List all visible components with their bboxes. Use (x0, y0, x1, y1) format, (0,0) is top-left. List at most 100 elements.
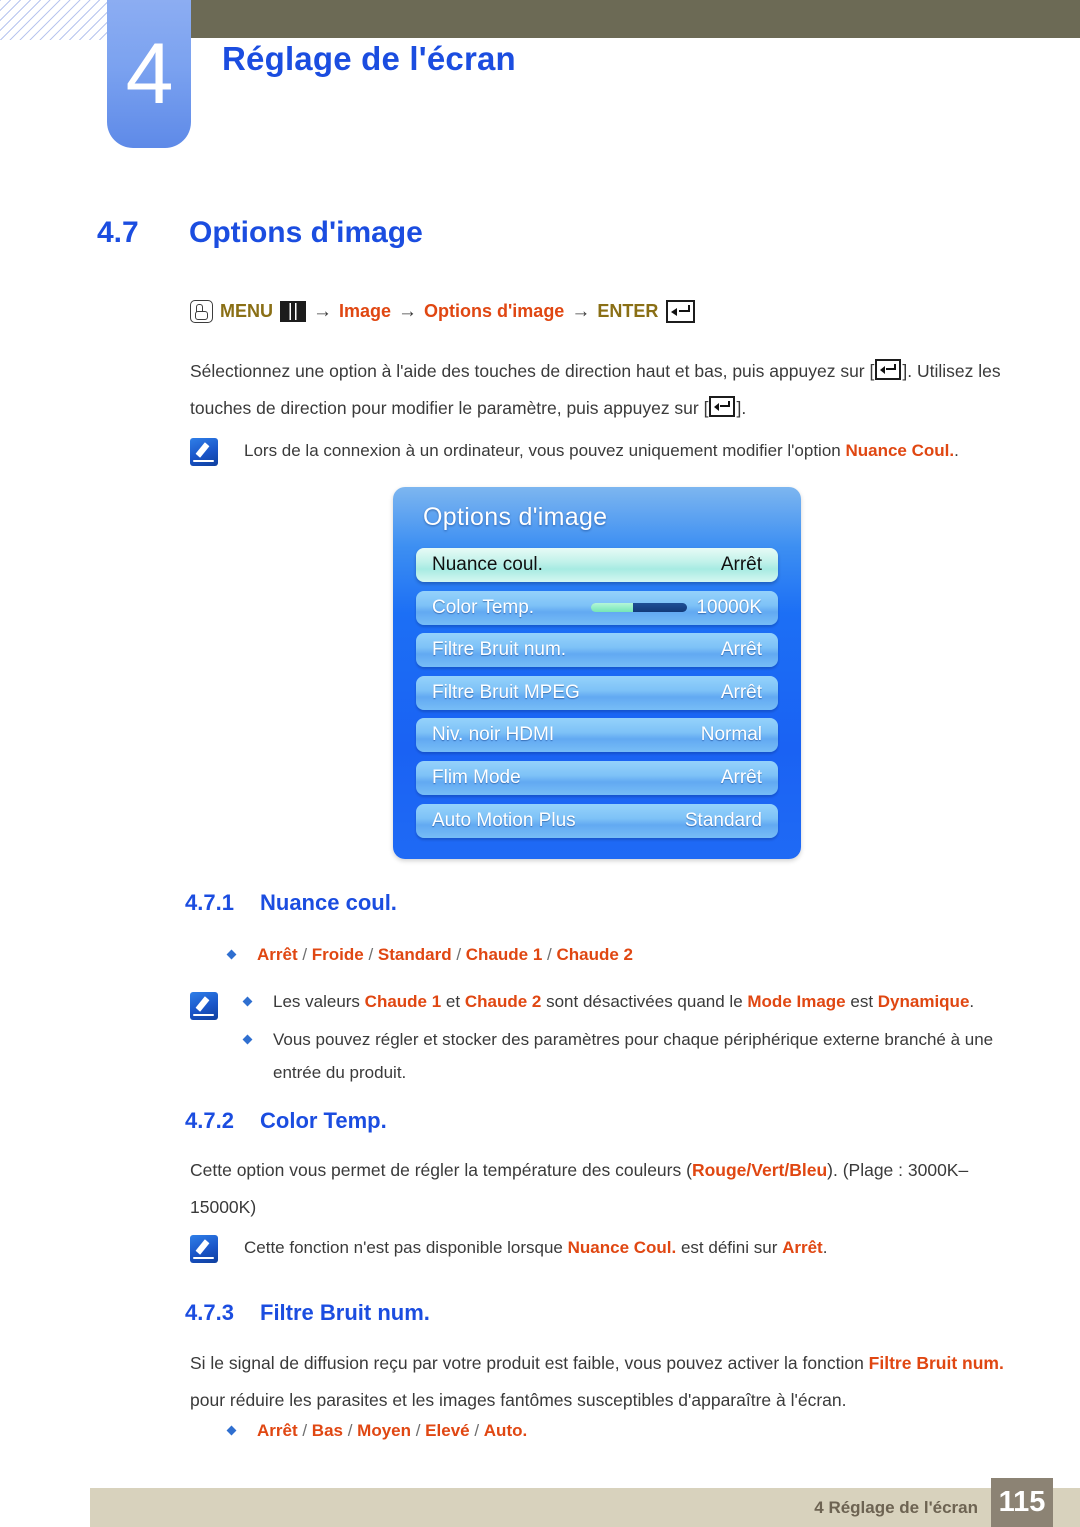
osd-row-value: Arrêt (720, 766, 762, 788)
option-separator: / (342, 1421, 358, 1440)
note-471-e: . (969, 992, 975, 1011)
osd-row-label: Nuance coul. (432, 554, 543, 575)
option-value: Chaude 2 (556, 945, 634, 964)
note-472-c: . (822, 1238, 828, 1257)
note-top-text-a: Lors de la connexion à un ordinateur, vo… (244, 441, 846, 460)
note-pen-icon (190, 992, 218, 1020)
note-471-c: sont désactivées quand le (541, 992, 748, 1011)
option-value: Auto. (483, 1421, 528, 1440)
breadcrumb: MENU → Image → Options d'image → ENTER (190, 300, 696, 323)
para-472-h1: Rouge (691, 1160, 747, 1180)
osd-row-value: Arrêt (720, 639, 762, 661)
para-472-a: Cette option vous permet de régler la te… (190, 1160, 692, 1180)
options-list-473: Arrêt / Bas / Moyen / Elevé / Auto. (226, 1414, 1008, 1447)
osd-row-filtre-bruit-num[interactable]: Filtre Bruit num. Arrêt (416, 633, 778, 668)
note-471-h1: Chaude 1 (364, 992, 442, 1011)
subsection-heading-471: 4.7.1 Nuance coul. (185, 890, 397, 916)
osd-row-filtre-bruit-mpeg[interactable]: Filtre Bruit MPEG Arrêt (416, 675, 778, 710)
option-separator: / (451, 945, 466, 964)
para-472-h3: Bleu (789, 1160, 828, 1180)
note-471: Les valeurs Chaude 1 et Chaude 2 sont dé… (190, 985, 1010, 1089)
para-473-a: Si le signal de diffusion reçu par votre… (190, 1353, 869, 1373)
option-value: Moyen (357, 1421, 411, 1440)
menu-grid-icon (280, 301, 306, 322)
option-value: Elevé (425, 1421, 470, 1440)
subsection-number-473: 4.7.3 (185, 1300, 234, 1325)
osd-row-value-group: Arrêt (721, 767, 762, 789)
bullet-dot (242, 996, 253, 1007)
intro-line2-b: ]. (736, 398, 747, 418)
decorative-hatch-pattern (0, 0, 108, 40)
breadcrumb-enter-label: ENTER (597, 301, 659, 321)
page-number: 115 (991, 1478, 1053, 1527)
osd-row-value: Arrêt (720, 554, 762, 575)
note-472-b: est défini sur (676, 1238, 783, 1257)
subsection-number-471: 4.7.1 (185, 890, 234, 915)
option-value: Arrêt (257, 945, 298, 964)
note-471-item-2: Vous pouvez régler et stocker des paramè… (242, 1023, 1013, 1089)
para-473-h1: Filtre Bruit num. (868, 1353, 1004, 1373)
note-471-item-1: Les valeurs Chaude 1 et Chaude 2 sont dé… (242, 985, 1013, 1018)
chapter-title: Réglage de l'écran (222, 40, 516, 77)
intro-line2-a: touches de direction pour modifier le pa… (190, 398, 709, 418)
option-separator: / (411, 1421, 426, 1440)
note-472-h2: Arrêt (782, 1238, 823, 1257)
note-471-item-2-text: Vous pouvez régler et stocker des paramè… (273, 1030, 994, 1082)
breadcrumb-arrow-2: → (398, 300, 418, 322)
osd-row-flim-mode[interactable]: Flim Mode Arrêt (416, 760, 778, 795)
osd-row-value-group: Standard (685, 810, 762, 832)
option-separator: / (297, 1421, 312, 1440)
osd-slider[interactable] (591, 603, 688, 613)
option-separator: / (542, 945, 557, 964)
para-472-h2: Vert (751, 1160, 785, 1180)
section-title: Options d'image (189, 216, 423, 249)
note-471-h2: Chaude 2 (464, 992, 542, 1011)
intro-line1-a: Sélectionnez une option à l'aide des tou… (190, 361, 875, 381)
osd-row-value-group: 10000K (591, 597, 762, 619)
osd-row-auto-motion-plus[interactable]: Auto Motion Plus Standard (416, 803, 778, 838)
osd-row-color-temp[interactable]: Color Temp. 10000K (416, 590, 778, 625)
note-471-b: et (441, 992, 465, 1011)
note-472-h1: Nuance Coul. (567, 1238, 677, 1257)
enter-return-icon (709, 396, 736, 417)
osd-row-label: Color Temp. (432, 596, 535, 618)
osd-slider-fill (591, 603, 633, 613)
subsection-number-472: 4.7.2 (185, 1108, 234, 1133)
subsection-title-471: Nuance coul. (260, 890, 397, 915)
osd-row-nuance-coul[interactable]: Nuance coul. Arrêt (416, 548, 778, 582)
option-separator: / (297, 945, 312, 964)
note-472: Cette fonction n'est pas disponible lors… (190, 1235, 1010, 1265)
osd-slider-track (632, 603, 688, 613)
paragraph-472: Cette option vous permet de régler la te… (190, 1152, 990, 1226)
osd-row-label: Flim Mode (432, 766, 521, 788)
option-value: Bas (311, 1421, 343, 1440)
option-separator: / (469, 1421, 484, 1440)
options-471-text: Arrêt / Froide / Standard / Chaude 1 / C… (257, 938, 633, 971)
breadcrumb-item-image: Image (339, 301, 392, 321)
osd-title: Options d'image (423, 503, 608, 531)
intro-line1-b: ]. Utilisez les (902, 361, 1001, 381)
option-value: Froide (311, 945, 364, 964)
subsection-heading-473: 4.7.3 Filtre Bruit num. (185, 1300, 430, 1326)
paragraph-473: Si le signal de diffusion reçu par votre… (190, 1345, 1020, 1419)
intro-paragraph: Sélectionnez une option à l'aide des tou… (190, 353, 1020, 427)
option-value: Chaude 1 (465, 945, 543, 964)
osd-row-value: Standard (684, 809, 762, 831)
osd-row-value-group: Arrêt (721, 639, 762, 661)
enter-return-icon (666, 300, 696, 323)
osd-row-value-group: Arrêt (721, 554, 762, 576)
footer-chapter-label: 4 Réglage de l'écran (814, 1498, 978, 1517)
header-olive-band (190, 0, 1080, 38)
note-472-a: Cette fonction n'est pas disponible lors… (244, 1238, 568, 1257)
options-473-text: Arrêt / Bas / Moyen / Elevé / Auto. (257, 1414, 527, 1447)
osd-row-niv-noir-hdmi[interactable]: Niv. noir HDMI Normal (416, 718, 778, 753)
options-list-471: Arrêt / Froide / Standard / Chaude 1 / C… (226, 938, 1008, 971)
note-pen-icon (190, 1235, 218, 1263)
note-471-a: Les valeurs (273, 992, 365, 1011)
osd-row-label: Niv. noir HDMI (432, 724, 555, 746)
note-471-d: est (845, 992, 878, 1011)
bullet-dot (226, 1425, 237, 1436)
section-number: 4.7 (97, 216, 139, 249)
breadcrumb-arrow-3: → (571, 300, 591, 322)
osd-row-value-group: Arrêt (721, 682, 762, 704)
